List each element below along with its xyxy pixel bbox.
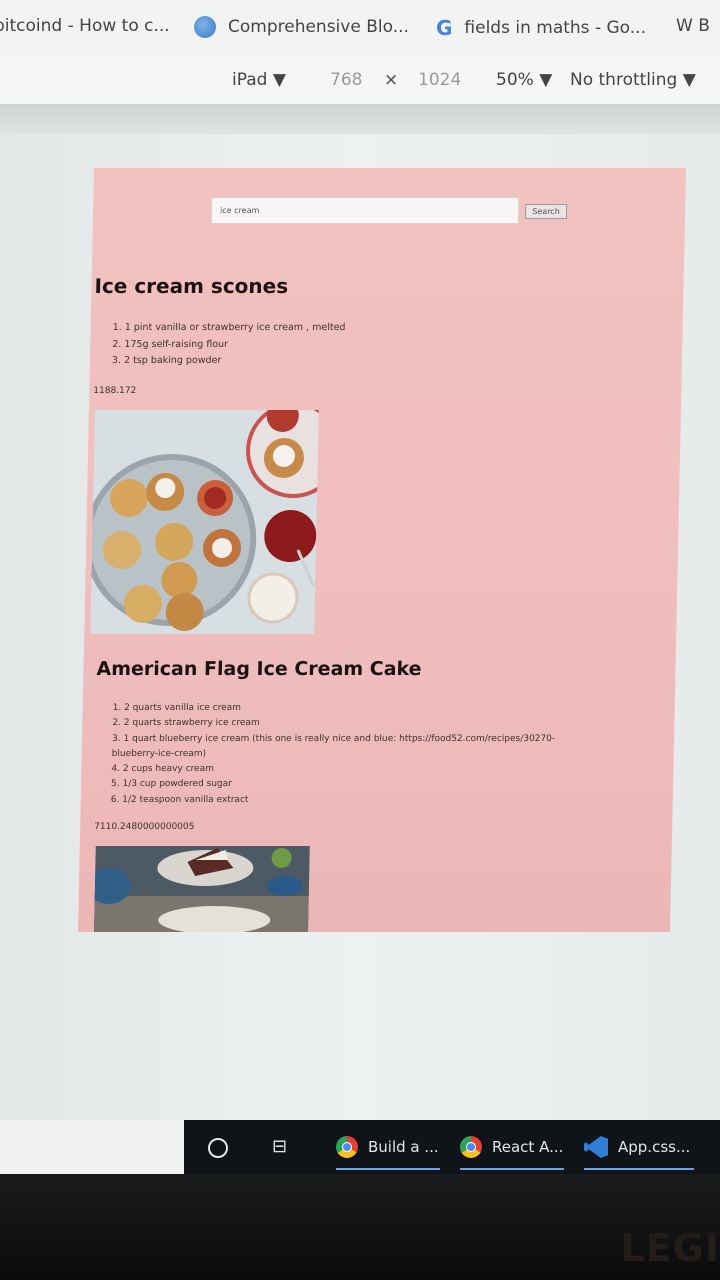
flag-cake-photo bbox=[93, 846, 310, 932]
chrome-icon bbox=[336, 1136, 358, 1158]
bookmark-comprehensive[interactable]: Comprehensive Blo... bbox=[194, 16, 409, 38]
taskbar-item-chrome-react[interactable]: React A... bbox=[460, 1120, 564, 1174]
recipe-title: American Flag Ice Cream Cake bbox=[96, 658, 422, 680]
vscode-icon bbox=[584, 1136, 608, 1158]
cortana-icon[interactable] bbox=[208, 1138, 228, 1158]
active-indicator bbox=[336, 1168, 440, 1170]
task-view-icon[interactable]: ⊟ bbox=[272, 1136, 287, 1157]
times-sign: × bbox=[384, 70, 399, 90]
taskbar-item-vscode[interactable]: App.css... bbox=[584, 1120, 694, 1174]
search-button[interactable]: Search bbox=[524, 204, 568, 219]
ingredient-item: 2. 175g self-raising flour bbox=[112, 338, 229, 350]
monitor-brand-logo: LEGI bbox=[620, 1226, 720, 1270]
emulated-viewport: Search Ice cream scones 1. 1 pint vanill… bbox=[0, 134, 720, 1120]
active-indicator bbox=[584, 1168, 694, 1170]
device-select[interactable]: iPad ▼ bbox=[232, 70, 286, 90]
chrome-icon bbox=[460, 1136, 482, 1158]
bookmark-fields-in-maths[interactable]: G fields in maths - Go... bbox=[436, 16, 646, 40]
ingredient-item: 1. 1 pint vanilla or strawberry ice crea… bbox=[112, 322, 346, 333]
ruler-strip bbox=[0, 104, 720, 134]
taskbar-item-label: Build a ... bbox=[368, 1138, 439, 1156]
width-field[interactable]: 768 bbox=[330, 70, 362, 90]
ingredient-item: 1. 2 quarts vanilla ice cream bbox=[112, 703, 242, 713]
recipe-title: Ice cream scones bbox=[94, 274, 289, 298]
ingredient-item: 5. 1/3 cup powdered sugar bbox=[110, 779, 232, 790]
recipe-image-flag-cake bbox=[93, 846, 310, 932]
taskbar-item-label: App.css... bbox=[618, 1138, 691, 1156]
recipe-image-scones bbox=[90, 410, 319, 634]
bookmark-label: W B bbox=[676, 16, 710, 36]
bookmark-w[interactable]: W B bbox=[676, 16, 710, 36]
taskbar-item-chrome-build[interactable]: Build a ... bbox=[336, 1120, 440, 1174]
bookmarks-bar: bitcoind - How to c... Comprehensive Blo… bbox=[0, 0, 720, 56]
bookmark-bitcoind[interactable]: bitcoind - How to c... bbox=[0, 16, 170, 36]
active-indicator bbox=[460, 1168, 564, 1170]
bookmark-label: Comprehensive Blo... bbox=[228, 17, 409, 37]
taskbar: ⊟ Build a ... React A... App.css... bbox=[184, 1120, 720, 1174]
throttle-select[interactable]: No throttling ▼ bbox=[570, 70, 696, 90]
ingredient-item: 3. 1 quart blueberry ice cream (this one… bbox=[111, 733, 556, 744]
zoom-select[interactable]: 50% ▼ bbox=[496, 70, 552, 90]
ingredient-item: blueberry-ice-cream) bbox=[111, 748, 207, 759]
height-field[interactable]: 1024 bbox=[418, 70, 461, 90]
recipe-page: Search Ice cream scones 1. 1 pint vanill… bbox=[77, 168, 687, 932]
bookmark-label: bitcoind - How to c... bbox=[0, 16, 170, 36]
ingredient-item: 6. 1/2 teaspoon vanilla extract bbox=[110, 794, 249, 805]
ingredient-list: 1. 1 pint vanilla or strawberry ice crea… bbox=[112, 320, 346, 370]
taskbar-item-label: React A... bbox=[492, 1138, 564, 1156]
google-icon: G bbox=[436, 16, 453, 40]
bookmark-label: fields in maths - Go... bbox=[464, 18, 646, 38]
search-input[interactable] bbox=[210, 197, 520, 224]
scones-photo bbox=[90, 410, 319, 634]
device-toolbar: iPad ▼ 768 × 1024 50% ▼ No throttling ▼ bbox=[0, 56, 720, 105]
ingredient-list: 1. 2 quarts vanilla ice cream 2. 2 quart… bbox=[111, 701, 556, 808]
ingredient-item: 3. 2 tsp baking powder bbox=[111, 355, 222, 366]
globe-icon bbox=[194, 16, 216, 38]
calories-value: 1188.172 bbox=[93, 386, 137, 396]
ingredient-item: 4. 2 cups heavy cream bbox=[111, 764, 215, 775]
monitor-bezel: LEGI bbox=[0, 1174, 720, 1280]
ingredient-item: 2. 2 quarts strawberry ice cream bbox=[112, 718, 260, 729]
calories-value: 7110.2480000000005 bbox=[94, 822, 195, 832]
